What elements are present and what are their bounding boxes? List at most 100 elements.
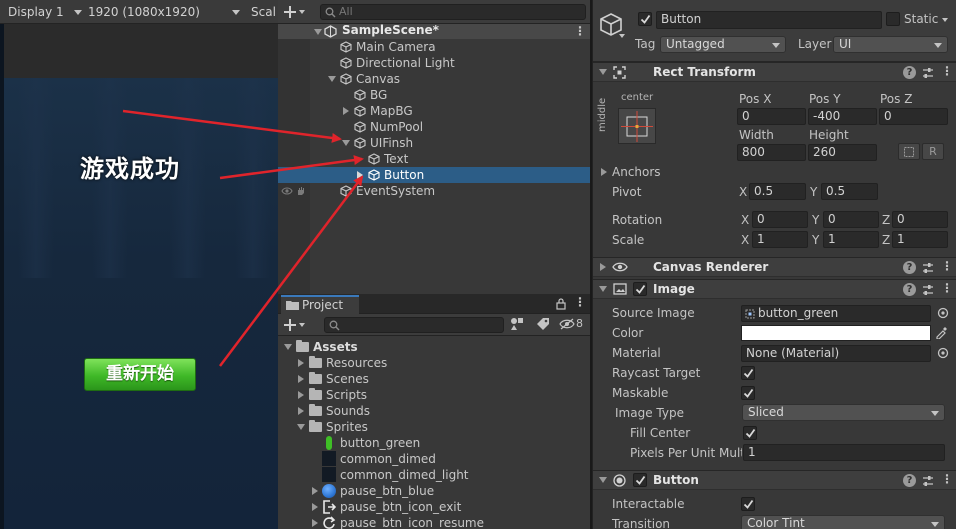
hierarchy-item-bg[interactable]: BG xyxy=(278,87,590,103)
expand-arrow-icon[interactable] xyxy=(328,76,336,82)
more-menu-icon[interactable]: ⋮ xyxy=(941,281,953,295)
canvas-renderer-header[interactable]: Canvas Renderer ? ⋮ xyxy=(593,257,956,277)
collapse-arrow-icon[interactable] xyxy=(312,519,318,527)
collapse-arrow-icon[interactable] xyxy=(298,359,304,367)
hierarchy-item-eventsystem[interactable]: EventSystem xyxy=(278,183,590,199)
expand-arrow-icon[interactable] xyxy=(314,29,322,35)
more-menu-icon[interactable]: ⋮ xyxy=(941,64,953,78)
fill-center-checkbox[interactable] xyxy=(743,426,757,440)
pivot-y-field[interactable]: 0.5 xyxy=(821,183,878,200)
expand-arrow-icon[interactable] xyxy=(297,424,305,430)
asset-sprite-common-dimed[interactable]: common_dimed xyxy=(278,451,590,467)
asset-sprite-button-green[interactable]: button_green xyxy=(278,435,590,451)
rotation-y-field[interactable]: 0 xyxy=(823,211,879,228)
help-icon[interactable]: ? xyxy=(903,283,916,296)
pos-x-field[interactable]: 0 xyxy=(737,108,806,125)
collapse-arrow-icon[interactable] xyxy=(312,503,318,511)
tag-dropdown[interactable]: Untagged xyxy=(660,36,786,53)
asset-sprite-common-dimed-light[interactable]: common_dimed_light xyxy=(278,467,590,483)
expand-arrow-icon[interactable] xyxy=(599,69,607,75)
asset-sprite-pause-btn-icon-resume[interactable]: pause_btn_icon_resume xyxy=(278,515,590,529)
expand-arrow-icon[interactable] xyxy=(599,286,607,292)
raycast-target-checkbox[interactable] xyxy=(741,366,755,380)
object-picker-icon[interactable] xyxy=(937,347,949,359)
color-swatch[interactable] xyxy=(741,325,931,341)
collapse-arrow-icon[interactable] xyxy=(312,487,318,495)
help-icon[interactable]: ? xyxy=(903,261,916,274)
hidden-packages-eye-icon[interactable] xyxy=(559,318,575,330)
pos-z-field[interactable]: 0 xyxy=(879,108,948,125)
hierarchy-item-text[interactable]: Text xyxy=(278,151,590,167)
maskable-checkbox[interactable] xyxy=(741,386,755,400)
more-menu-icon[interactable]: ⋮ xyxy=(574,295,586,309)
hierarchy-item-main-camera[interactable]: Main Camera xyxy=(278,39,590,55)
preset-sliders-icon[interactable] xyxy=(922,284,934,296)
add-icon[interactable] xyxy=(284,317,306,333)
collapse-arrow-icon[interactable] xyxy=(600,263,606,271)
scene-row[interactable]: SampleScene* ⋮ xyxy=(278,23,590,39)
image-type-dropdown[interactable]: Sliced xyxy=(742,404,945,421)
filter-by-label-icon[interactable] xyxy=(536,317,550,331)
project-search-input[interactable] xyxy=(324,317,504,333)
image-component-header[interactable]: Image ? ⋮ xyxy=(593,279,956,299)
rect-transform-header[interactable]: Rect Transform ? ⋮ xyxy=(593,62,956,82)
pixels-per-unit-field[interactable]: 1 xyxy=(743,444,945,461)
more-menu-icon[interactable]: ⋮ xyxy=(574,24,586,38)
asset-folder-sprites[interactable]: Sprites xyxy=(278,419,590,435)
tab-project[interactable]: Project xyxy=(281,295,359,314)
hierarchy-item-numpool[interactable]: NumPool xyxy=(278,119,590,135)
restart-button[interactable]: 重新开始 xyxy=(84,358,196,391)
layer-dropdown[interactable]: UI xyxy=(833,36,948,53)
pickable-hand-icon[interactable] xyxy=(296,186,306,196)
chevron-down-icon[interactable] xyxy=(619,34,625,38)
active-checkbox[interactable] xyxy=(638,12,652,26)
expand-arrow-icon[interactable] xyxy=(284,344,292,350)
asset-folder-assets[interactable]: Assets xyxy=(278,339,590,355)
hierarchy-item-uifinsh[interactable]: UIFinsh xyxy=(278,135,590,151)
display-dropdown[interactable]: Display 1 xyxy=(2,3,86,21)
asset-folder-scripts[interactable]: Scripts xyxy=(278,387,590,403)
hierarchy-item-button[interactable]: Button xyxy=(278,167,590,183)
asset-sprite-pause-btn-blue[interactable]: pause_btn_blue xyxy=(278,483,590,499)
scale-x-field[interactable]: 1 xyxy=(752,231,808,248)
collapse-arrow-icon[interactable] xyxy=(298,375,304,383)
object-name-field[interactable]: Button xyxy=(656,11,882,29)
static-checkbox[interactable] xyxy=(886,12,900,26)
hierarchy-item-canvas[interactable]: Canvas xyxy=(278,71,590,87)
asset-folder-scenes[interactable]: Scenes xyxy=(278,371,590,387)
more-menu-icon[interactable]: ⋮ xyxy=(941,472,953,486)
height-field[interactable]: 260 xyxy=(808,144,877,161)
anchors-label[interactable]: Anchors xyxy=(612,165,661,179)
button-enabled-checkbox[interactable] xyxy=(633,473,647,487)
resolution-dropdown[interactable]: 1920 (1080x1920) xyxy=(82,3,244,21)
material-field[interactable]: None (Material) xyxy=(741,345,931,362)
help-icon[interactable]: ? xyxy=(903,66,916,79)
collapse-arrow-icon[interactable] xyxy=(298,391,304,399)
preset-sliders-icon[interactable] xyxy=(922,67,934,79)
asset-sprite-pause-btn-icon-exit[interactable]: pause_btn_icon_exit xyxy=(278,499,590,515)
eyedropper-icon[interactable] xyxy=(935,326,948,339)
scale-z-field[interactable]: 1 xyxy=(892,231,948,248)
add-icon[interactable] xyxy=(284,4,306,20)
preset-sliders-icon[interactable] xyxy=(922,475,934,487)
hierarchy-item-directional-light[interactable]: Directional Light xyxy=(278,55,590,71)
anchor-preset-button[interactable] xyxy=(618,108,656,144)
visibility-eye-icon[interactable] xyxy=(281,186,293,196)
collapse-arrow-icon[interactable] xyxy=(601,168,607,176)
pivot-x-field[interactable]: 0.5 xyxy=(749,183,806,200)
rotation-x-field[interactable]: 0 xyxy=(752,211,808,228)
expand-arrow-icon[interactable] xyxy=(599,477,607,483)
image-enabled-checkbox[interactable] xyxy=(633,282,647,296)
chevron-down-icon[interactable] xyxy=(942,18,948,22)
raw-edit-button[interactable]: R xyxy=(922,143,944,160)
expand-arrow-icon[interactable] xyxy=(342,140,350,146)
collapse-arrow-icon[interactable] xyxy=(298,407,304,415)
hierarchy-search-input[interactable]: All xyxy=(320,4,586,20)
interactable-checkbox[interactable] xyxy=(741,497,755,511)
scale-y-field[interactable]: 1 xyxy=(823,231,879,248)
collapse-arrow-icon[interactable] xyxy=(357,171,363,179)
button-component-header[interactable]: Button ? ⋮ xyxy=(593,470,956,490)
asset-folder-sounds[interactable]: Sounds xyxy=(278,403,590,419)
help-icon[interactable]: ? xyxy=(903,474,916,487)
lock-icon[interactable] xyxy=(556,298,566,310)
